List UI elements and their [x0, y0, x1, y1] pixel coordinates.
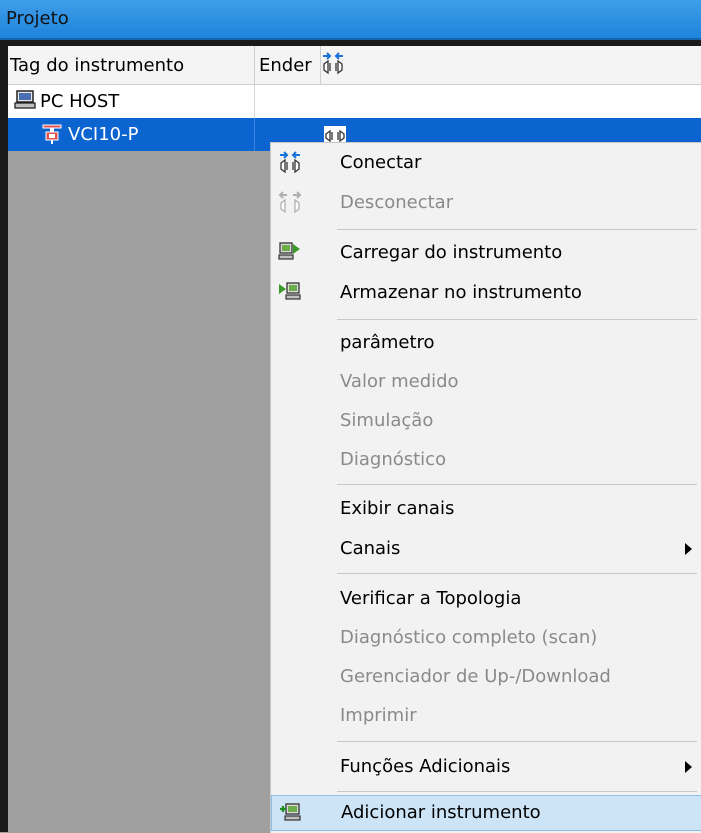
- computer-icon: [14, 90, 36, 115]
- menu-item-carregar-do-instrumento[interactable]: Carregar do instrumento: [271, 235, 701, 271]
- menu-item-diagnostico-completo[interactable]: Diagnóstico completo (scan): [271, 620, 701, 656]
- menu-item-armazenar-no-instrumento[interactable]: Armazenar no instrumento: [271, 275, 701, 311]
- tree-row-label: PC HOST: [40, 91, 120, 112]
- menu-item-simulacao[interactable]: Simulação: [271, 403, 701, 439]
- tree-row-pc-host[interactable]: PC HOST: [8, 85, 701, 118]
- context-menu: Conectar Desconectar Carregar do instrum…: [270, 142, 701, 833]
- menu-item-adicionar-instrumento[interactable]: Adicionar instrumento: [271, 795, 701, 831]
- menu-separator: [337, 229, 697, 230]
- title-bar: Projeto: [0, 0, 701, 40]
- menu-separator: [337, 741, 697, 742]
- menu-item-funcoes-adicionais[interactable]: Funções Adicionais: [271, 749, 701, 785]
- submenu-arrow-icon: [685, 761, 692, 773]
- menu-separator: [337, 319, 697, 320]
- connect-icon: [278, 150, 302, 174]
- menu-item-parametro[interactable]: parâmetro: [271, 325, 701, 361]
- instrument-icon: [42, 123, 62, 150]
- menu-separator: [337, 573, 697, 574]
- tree-header: Tag do instrumento Ender: [8, 46, 701, 85]
- menu-item-conectar[interactable]: Conectar: [271, 145, 701, 181]
- menu-item-exibir-canais[interactable]: Exibir canais: [271, 491, 701, 527]
- menu-item-canais[interactable]: Canais: [271, 531, 701, 567]
- add-instrument-icon: [279, 801, 303, 825]
- menu-item-imprimir[interactable]: Imprimir: [271, 698, 701, 734]
- menu-separator: [337, 484, 697, 485]
- disconnect-icon: [278, 190, 302, 214]
- submenu-arrow-icon: [685, 543, 692, 555]
- upload-icon: [278, 240, 302, 264]
- menu-item-valor-medido[interactable]: Valor medido: [271, 364, 701, 400]
- menu-separator: [337, 791, 697, 792]
- menu-item-desconectar[interactable]: Desconectar: [271, 185, 701, 221]
- menu-item-verificar-topologia[interactable]: Verificar a Topologia: [271, 581, 701, 617]
- menu-item-diagnostico[interactable]: Diagnóstico: [271, 442, 701, 478]
- column-header-tag[interactable]: Tag do instrumento: [8, 46, 255, 84]
- download-icon: [278, 280, 302, 304]
- column-header-address[interactable]: Ender: [255, 46, 321, 84]
- window-title: Projeto: [6, 8, 69, 29]
- connection-status-icon: [321, 51, 345, 82]
- tree-row-label: VCI10-P: [68, 124, 139, 145]
- frame-edge-left: [0, 40, 8, 832]
- menu-item-gerenciador-up-download[interactable]: Gerenciador de Up-/Download: [271, 659, 701, 695]
